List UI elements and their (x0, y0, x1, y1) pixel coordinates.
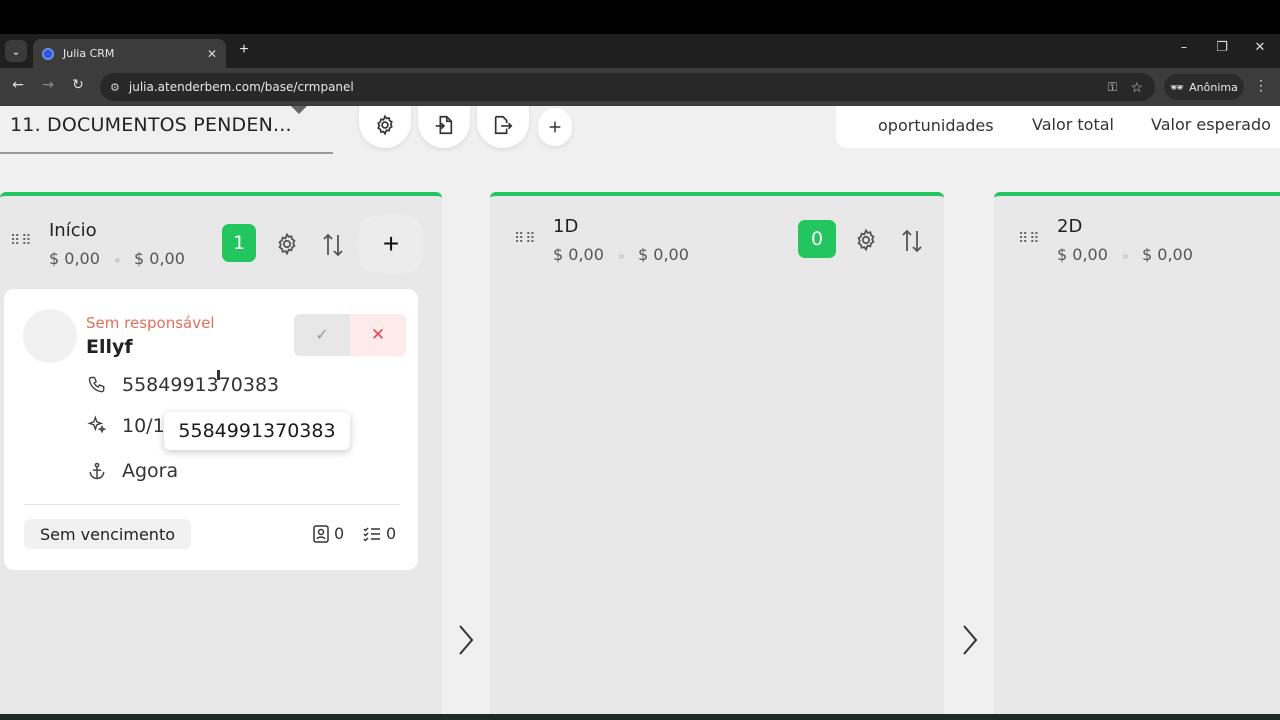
gear-icon (857, 228, 875, 252)
phone-tooltip: 5584991370383 (164, 412, 350, 450)
contact-name: Ellyf (86, 336, 133, 358)
chevron-right-icon (459, 625, 474, 655)
sparkles-icon (87, 415, 107, 440)
incognito-badge[interactable]: 🕶 Anônima (1164, 74, 1244, 100)
file-import-icon (435, 115, 453, 135)
close-icon: ✕ (370, 325, 386, 344)
drag-handle-icon[interactable]: ⠿⠿ (514, 230, 537, 247)
stage-total-value: $ 0,00 (49, 249, 100, 268)
sort-arrows-icon (323, 233, 343, 257)
tab-title: Julia CRM (63, 47, 115, 60)
stage-sort-button[interactable] (901, 228, 923, 259)
mark-lost-button[interactable]: ✕ (350, 314, 406, 356)
phone-icon (87, 375, 107, 400)
incognito-icon: 🕶 (1170, 80, 1185, 94)
browser-tab[interactable]: Julia CRM ✕ (33, 39, 226, 68)
pipeline-name: 11. DOCUMENTOS PENDEN... (10, 114, 292, 136)
reload-icon[interactable]: ↻ (68, 77, 88, 93)
separator-dot (115, 258, 120, 263)
screen-top-bar (0, 0, 1280, 34)
stage-expected-value: $ 0,00 (638, 245, 689, 264)
key-icon[interactable]: ⚿ (1108, 80, 1117, 95)
address-bar[interactable]: ⚙ julia.atenderbem.com/base/crmpanel ⚿ ☆ (100, 73, 1155, 101)
restore-icon[interactable]: ❐ (1212, 40, 1232, 55)
checklist-icon (363, 526, 380, 542)
close-tab-icon[interactable]: ✕ (202, 47, 222, 61)
back-icon[interactable]: ← (8, 77, 28, 93)
last-activity: Agora (122, 460, 179, 482)
stage-expected-value: $ 0,00 (134, 249, 185, 268)
new-tab-button[interactable]: + (235, 41, 253, 59)
contacts-count: 0 (334, 524, 345, 543)
card-divider (24, 504, 400, 505)
stage-total-value: $ 0,00 (553, 245, 604, 264)
separator-dot (619, 254, 624, 259)
plus-icon: + (382, 228, 400, 259)
stage-sort-button[interactable] (322, 232, 344, 263)
stage-name: Início (49, 220, 97, 241)
minimize-icon[interactable]: – (1174, 40, 1194, 55)
stage-column-2d: ⠿⠿ 2D $ 0,00 $ 0,00 (994, 192, 1280, 714)
stage-total-value: $ 0,00 (1057, 245, 1108, 264)
drag-handle-icon[interactable]: ⠿⠿ (10, 232, 33, 249)
site-info-icon[interactable]: ⚙ (110, 81, 120, 94)
contact-card-icon (313, 524, 329, 543)
stage-name: 1D (553, 216, 579, 237)
chevron-down-icon: ⌄ (11, 45, 21, 58)
incognito-label: Anônima (1189, 80, 1238, 94)
tab-search-button[interactable]: ⌄ (5, 40, 27, 62)
opportunities-label: oportunidades (878, 116, 994, 135)
separator-dot (1123, 254, 1128, 259)
gear-icon (377, 114, 393, 136)
contacts-stat[interactable]: 0 (313, 524, 344, 543)
stage-column-1d: ⠿⠿ 1D $ 0,00 $ 0,00 0 (490, 192, 944, 714)
text-cursor (217, 370, 220, 380)
sort-arrows-icon (902, 229, 922, 253)
gear-icon (278, 232, 296, 256)
stage-settings-button[interactable] (854, 228, 878, 257)
pipeline-select[interactable]: 11. DOCUMENTOS PENDEN... (0, 106, 333, 154)
url-text: julia.atenderbem.com/base/crmpanel (128, 80, 354, 94)
drag-handle-icon[interactable]: ⠿⠿ (1018, 230, 1041, 247)
tasks-count: 0 (386, 524, 397, 543)
forward-icon[interactable]: → (38, 77, 58, 93)
screen-bottom-strip (0, 714, 1280, 720)
crm-panel: 11. DOCUMENTOS PENDEN... oportunidades V… (0, 106, 1280, 714)
anchor-icon (87, 461, 107, 486)
close-window-icon[interactable]: ✕ (1250, 40, 1270, 55)
pipeline-summary: oportunidades Valor total Valor esperado (836, 106, 1280, 148)
stage-expected-value: $ 0,00 (1142, 245, 1193, 264)
scroll-right-arrow[interactable] (961, 624, 979, 661)
scroll-right-arrow[interactable] (457, 624, 475, 661)
caret-down-icon (291, 106, 307, 114)
tasks-stat[interactable]: 0 (363, 524, 396, 543)
plus-icon (549, 121, 561, 133)
add-opportunity-button[interactable]: + (362, 218, 420, 270)
stage-settings-button[interactable] (275, 232, 299, 261)
total-value-label: Valor total (1032, 115, 1114, 134)
add-pipeline-button[interactable] (538, 108, 572, 146)
export-button[interactable] (477, 106, 529, 148)
owner-label: Sem responsável (86, 314, 215, 332)
due-date-chip[interactable]: Sem vencimento (24, 519, 191, 549)
avatar (23, 309, 77, 363)
bookmark-star-icon[interactable]: ☆ (1130, 79, 1143, 96)
favicon-icon (42, 47, 54, 60)
stage-count-badge: 0 (798, 220, 836, 258)
chevron-right-icon (963, 625, 978, 655)
expected-value-label: Valor esperado (1151, 115, 1271, 134)
check-icon: ✓ (315, 327, 329, 344)
settings-button[interactable] (359, 106, 411, 148)
menu-kebab-icon[interactable]: ⋮ (1254, 77, 1268, 94)
contact-phone[interactable]: 5584991370383 (122, 374, 279, 396)
import-button[interactable] (418, 106, 470, 148)
mark-won-button[interactable]: ✓ (294, 314, 350, 356)
file-export-icon (494, 115, 513, 135)
stage-name: 2D (1057, 216, 1083, 237)
stage-count-badge: 1 (222, 224, 256, 262)
